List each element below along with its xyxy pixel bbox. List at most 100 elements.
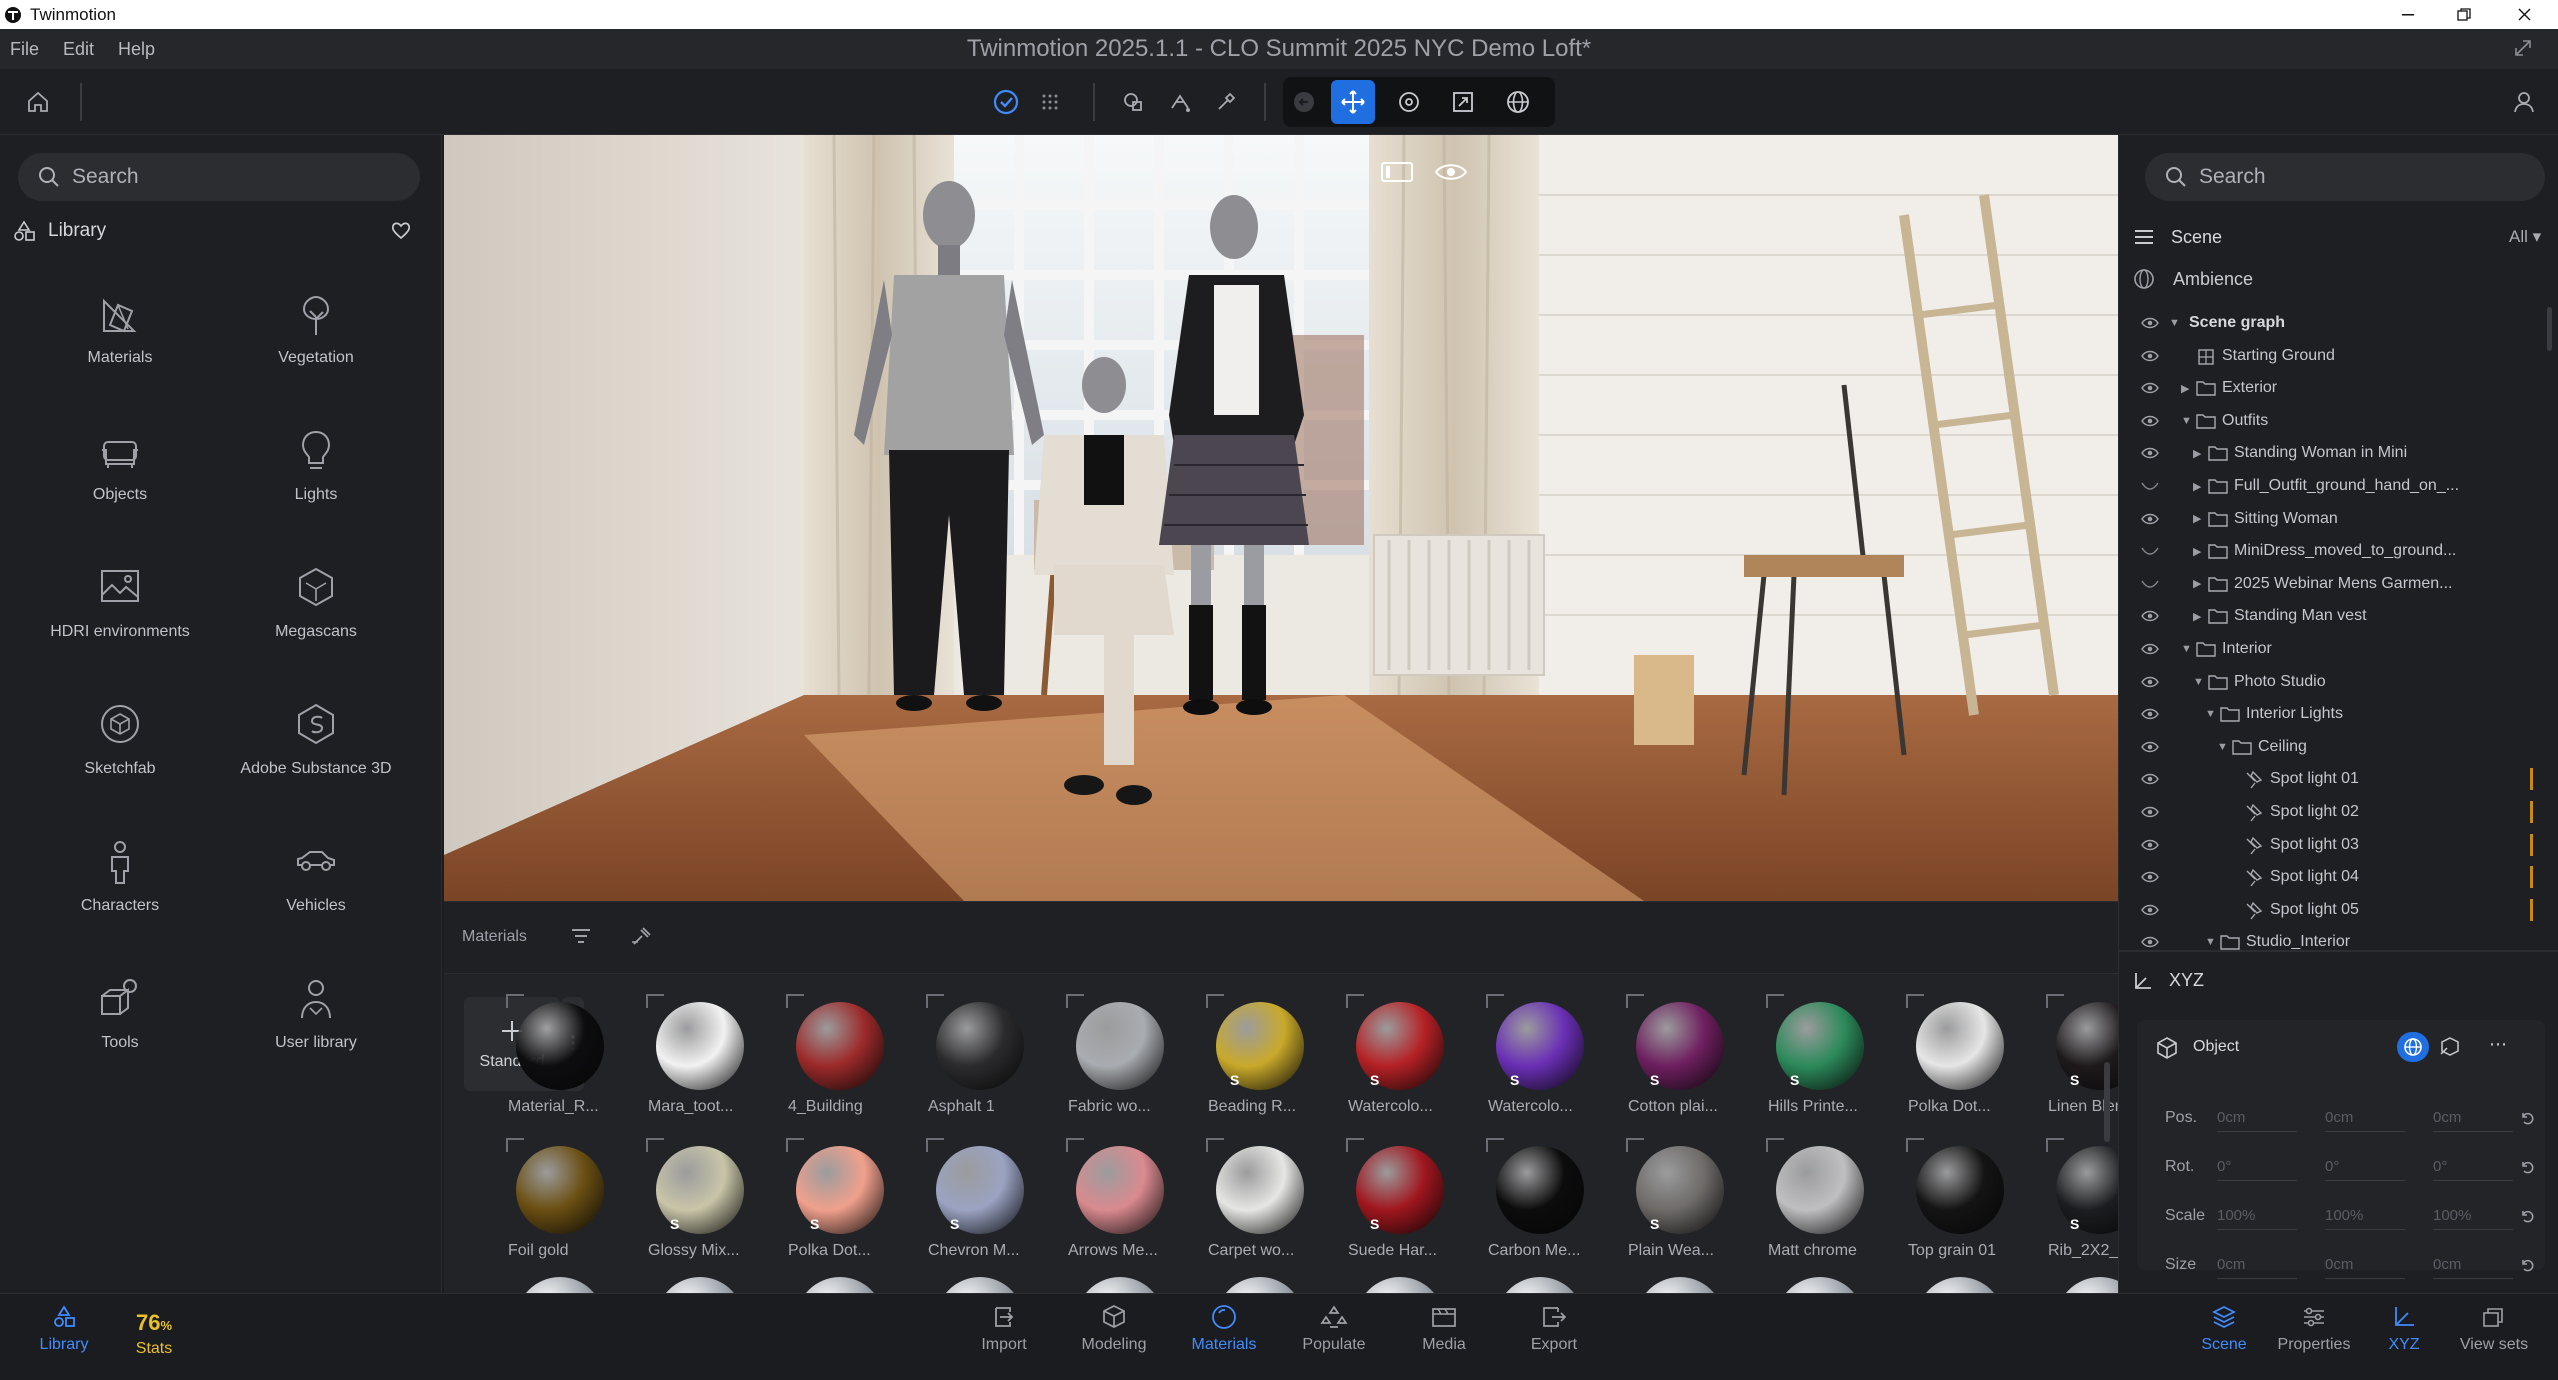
eye-icon[interactable] <box>2141 676 2159 688</box>
xyz-tab-button[interactable]: XYZ <box>2354 1304 2454 1374</box>
material-thumbnail[interactable]: S Cotton plai... <box>1624 994 1736 1124</box>
tree-item[interactable]: ▶ Sitting Woman <box>2119 503 2549 535</box>
reset-icon[interactable] <box>2519 1208 2535 1224</box>
material-thumbnail[interactable]: S Watercolo... <box>1484 994 1596 1124</box>
material-thumbnail[interactable]: Matt chrome <box>1764 1138 1876 1268</box>
eye-icon[interactable] <box>2141 382 2159 394</box>
populate-tab-button[interactable]: Populate <box>1284 1304 1384 1374</box>
tree-scrollbar[interactable] <box>2547 307 2552 351</box>
material-thumbnail-cropped[interactable] <box>936 1277 1024 1294</box>
move-tool-button[interactable] <box>1331 80 1375 124</box>
eye-icon[interactable] <box>2141 447 2159 459</box>
tree-item[interactable]: Spot light 01 <box>2119 763 2549 795</box>
transform-value-field[interactable]: 100% <box>2433 1202 2513 1230</box>
library-category-tools[interactable]: Tools <box>22 958 218 1078</box>
local-coordinates-toggle[interactable] <box>2437 1034 2463 1060</box>
material-thumbnail[interactable]: S Hills Printe... <box>1764 994 1876 1124</box>
transform-value-field[interactable]: 0° <box>2325 1153 2405 1181</box>
material-thumbnail[interactable]: S Suede Har... <box>1344 1138 1456 1268</box>
tree-item[interactable]: ▶ Standing Woman in Mini <box>2119 437 2549 469</box>
eye-icon[interactable] <box>2141 871 2159 883</box>
chevron-right-icon[interactable]: ▶ <box>2193 545 2201 558</box>
library-category-vehicles[interactable]: Vehicles <box>218 821 414 941</box>
tree-item[interactable]: ▼ Interior <box>2119 633 2549 665</box>
library-search-input[interactable]: Search <box>18 153 420 201</box>
transform-value-field[interactable]: 0° <box>2217 1153 2297 1181</box>
materials-scrollbar[interactable] <box>2104 1062 2110 1142</box>
transform-value-field[interactable]: 0cm <box>2325 1251 2405 1279</box>
reset-icon[interactable] <box>2519 1110 2535 1126</box>
eye-icon[interactable] <box>2141 904 2159 916</box>
tree-item[interactable]: Spot light 02 <box>2119 796 2549 828</box>
menu-edit[interactable]: Edit <box>51 39 106 60</box>
transform-value-field[interactable]: 0cm <box>2433 1251 2513 1279</box>
tree-item[interactable]: Spot light 05 <box>2119 894 2549 926</box>
expand-icon[interactable] <box>2512 37 2534 59</box>
material-thumbnail[interactable]: S Plain Wea... <box>1624 1138 1736 1268</box>
scene-tab-button[interactable]: Scene <box>2174 1304 2274 1374</box>
eye-closed-icon[interactable] <box>2141 578 2159 590</box>
chevron-right-icon[interactable]: ▶ <box>2193 610 2201 623</box>
material-thumbnail[interactable]: Fabric wo... <box>1064 994 1176 1124</box>
scene-search-input[interactable]: Search <box>2145 153 2545 201</box>
ambience-row[interactable]: Ambience <box>2133 263 2253 295</box>
home-button[interactable] <box>16 80 60 124</box>
tree-item[interactable]: ▼ Scene graph <box>2119 307 2549 339</box>
material-thumbnail[interactable]: Material_R... <box>504 994 616 1124</box>
material-thumbnail[interactable]: Foil gold <box>504 1138 616 1268</box>
eye-icon[interactable] <box>2141 936 2159 948</box>
material-thumbnail[interactable]: 4_Building <box>784 994 896 1124</box>
pick-material-icon[interactable] <box>630 924 654 948</box>
chevron-right-icon[interactable]: ▶ <box>2193 577 2201 590</box>
chevron-right-icon[interactable]: ▶ <box>2181 382 2189 395</box>
modeling-tab-button[interactable]: Modeling <box>1064 1304 1164 1374</box>
material-thumbnail[interactable]: Arrows Me... <box>1064 1138 1176 1268</box>
tree-item[interactable]: ▶ Full_Outfit_ground_hand_on_... <box>2119 470 2549 502</box>
rotate-tool-button[interactable] <box>1387 80 1431 124</box>
reset-icon[interactable] <box>2519 1159 2535 1175</box>
library-category-megascans[interactable]: Megascans <box>218 547 414 667</box>
chevron-down-icon[interactable]: ▼ <box>2181 643 2192 655</box>
reset-icon[interactable] <box>2519 1257 2535 1273</box>
material-thumbnail-cropped[interactable] <box>796 1277 884 1294</box>
tree-item[interactable]: ▼ Photo Studio <box>2119 666 2549 698</box>
material-thumbnail-cropped[interactable] <box>1216 1277 1304 1294</box>
eye-closed-icon[interactable] <box>2141 480 2159 492</box>
chevron-down-icon[interactable]: ▼ <box>2193 676 2204 688</box>
material-thumbnail[interactable]: S Chevron M... <box>924 1138 1036 1268</box>
transform-value-field[interactable]: 0cm <box>2217 1251 2297 1279</box>
material-thumbnail[interactable]: Polka Dot... <box>1904 994 2016 1124</box>
transform-value-field[interactable]: 0cm <box>2325 1104 2405 1132</box>
material-thumbnail[interactable]: Carpet wo... <box>1204 1138 1316 1268</box>
select-tool-button[interactable] <box>984 80 1028 124</box>
material-thumbnail[interactable]: Top grain 01 <box>1904 1138 2016 1268</box>
restore-button[interactable] <box>2436 0 2492 29</box>
eye-icon[interactable] <box>2141 708 2159 720</box>
eye-icon[interactable] <box>2141 610 2159 622</box>
tree-item[interactable]: ▼ Outfits <box>2119 405 2549 437</box>
menu-help[interactable]: Help <box>106 39 167 60</box>
material-thumbnail-cropped[interactable] <box>656 1277 744 1294</box>
material-thumbnail-cropped[interactable] <box>1356 1277 1444 1294</box>
tree-item[interactable]: ▼ Interior Lights <box>2119 698 2549 730</box>
library-category-vegetation[interactable]: Vegetation <box>218 273 414 393</box>
material-thumbnail[interactable]: S Beading R... <box>1204 994 1316 1124</box>
library-category-sketchfab[interactable]: Sketchfab <box>22 684 218 804</box>
library-category-hdri-environments[interactable]: HDRI environments <box>22 547 218 667</box>
world-coordinates-toggle[interactable] <box>2397 1032 2429 1062</box>
library-category-objects[interactable]: Objects <box>22 410 218 530</box>
material-thumbnail-cropped[interactable] <box>516 1277 604 1294</box>
transform-value-field[interactable]: 0cm <box>2433 1104 2513 1132</box>
view-sets-tab-button[interactable]: View sets <box>2444 1304 2544 1374</box>
tree-item[interactable]: ▶ 2025 Webinar Mens Garmen... <box>2119 568 2549 600</box>
library-category-characters[interactable]: Characters <box>22 821 218 941</box>
export-tab-button[interactable]: Export <box>1504 1304 1604 1374</box>
tree-item[interactable]: ▶ Standing Man vest <box>2119 600 2549 632</box>
library-category-user-library[interactable]: User library <box>218 958 414 1078</box>
material-thumbnail[interactable]: S Polka Dot... <box>784 1138 896 1268</box>
properties-tab-button[interactable]: Properties <box>2264 1304 2364 1374</box>
menu-file[interactable]: File <box>0 39 51 60</box>
transform-value-field[interactable]: 0° <box>2433 1153 2513 1181</box>
user-account-icon[interactable] <box>2502 80 2546 124</box>
more-options-icon[interactable]: ⋯ <box>2489 1034 2507 1055</box>
